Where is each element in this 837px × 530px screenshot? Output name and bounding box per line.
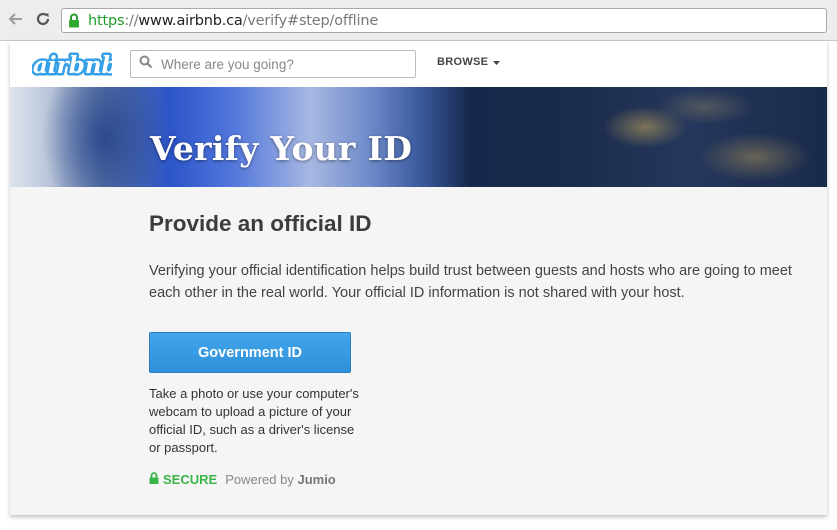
url-separator: :// [124,12,139,29]
provider-name[interactable]: Jumio [297,472,335,487]
secure-badge: SECURE [149,472,217,487]
secure-lock-icon [149,472,159,487]
page-heading: Provide an official ID [149,211,372,236]
airbnb-logo[interactable]: airbnb airbnb [31,49,121,82]
powered-by-text: Powered by [225,472,294,487]
powered-by: Powered by Jumio [225,472,336,487]
reload-icon[interactable] [32,8,54,30]
svg-text:airbnb: airbnb [33,52,112,79]
page: airbnb airbnb BROWSE Verify Your ID Prov… [10,41,827,515]
url-scheme: https [88,12,125,29]
government-id-description: Take a photo or use your computer's webc… [149,386,359,455]
hero-banner: Verify Your ID [10,87,827,187]
secure-label: SECURE [163,472,218,487]
search-input[interactable] [159,55,403,73]
url-host: www.airbnb.ca [138,12,243,29]
back-arrow-icon[interactable] [4,8,26,30]
address-bar[interactable]: https://www.airbnb.ca/verify#step/offlin… [61,8,827,33]
url-path: /verify#step/offline [242,12,379,29]
search-box[interactable] [130,50,416,78]
verify-content: Provide an official ID Verifying your of… [149,211,809,487]
lock-icon [68,13,82,29]
browser-chrome: https://www.airbnb.ca/verify#step/offlin… [0,0,837,41]
hero-title: Verify Your ID [150,129,413,168]
search-icon [139,55,153,74]
browse-label: BROWSE [437,56,489,68]
secure-footer: SECURE Powered by Jumio [149,472,336,487]
browse-menu[interactable]: BROWSE [437,56,501,68]
caret-down-icon [493,56,501,68]
description-text: Verifying your official identification h… [149,263,792,301]
government-id-button[interactable]: Government ID [149,332,351,373]
passport-emblem-image [575,87,827,187]
site-header: airbnb airbnb BROWSE [10,41,827,88]
